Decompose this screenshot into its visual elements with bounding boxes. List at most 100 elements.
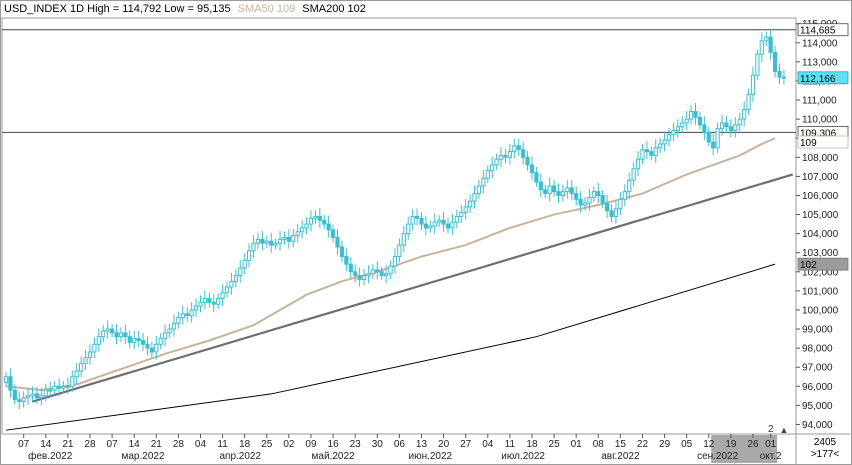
candle-body (392, 256, 398, 267)
candle-body (671, 130, 676, 135)
candle-body (291, 235, 296, 242)
x-tick-label: 23 (350, 439, 362, 450)
y-tick-label: 94,000 (802, 420, 833, 431)
candle-body (666, 133, 672, 141)
candle-body (3, 376, 9, 383)
candle-body (185, 313, 190, 317)
x-tick-label: 05 (681, 439, 693, 450)
y-tick-label: 114,000 (802, 38, 838, 49)
y-tick-label: 95,000 (802, 401, 833, 412)
price-tag-label: 102 (800, 260, 817, 271)
x-tick-label: 11 (505, 439, 516, 450)
x-tick-label: 28 (84, 439, 96, 450)
candle-body (441, 219, 446, 225)
plot-area (1, 17, 797, 435)
candle-body (92, 343, 97, 353)
x-tick-label: 25 (549, 439, 561, 450)
candle-body (269, 240, 274, 246)
scroll-up-icon[interactable]: ▲ (778, 424, 790, 436)
candle-body (242, 259, 247, 269)
candle-body (476, 185, 482, 195)
x-tick-label: 20 (438, 439, 450, 450)
candle-body (445, 223, 451, 229)
sma200-legend: SMA200 102 (302, 3, 366, 15)
candle-body (70, 376, 75, 387)
candle-body (216, 298, 221, 305)
nav-control[interactable]: >177< (800, 449, 850, 461)
candle-body (406, 223, 411, 235)
corner-info: 2405 >177< (800, 437, 850, 463)
x-tick-label: 04 (482, 439, 494, 450)
candle-body (582, 202, 588, 206)
x-tick-label: 04 (195, 439, 207, 450)
x-tick-label: 21 (151, 439, 163, 450)
candle-body (414, 215, 420, 219)
candle-body (706, 131, 711, 143)
candle-body (613, 208, 619, 217)
x-tick-label: 30 (372, 439, 384, 450)
y-tick-label: 100,000 (802, 305, 839, 316)
x-tick-label: 14 (40, 439, 52, 450)
candle-body (543, 189, 548, 195)
y-tick-label: 97,000 (802, 363, 833, 374)
candle-body (136, 338, 141, 341)
candle-body (140, 339, 146, 345)
candle-body (746, 93, 751, 111)
candle-body (600, 194, 605, 204)
month-label: май.2022 (312, 451, 355, 462)
candle-body (538, 181, 543, 191)
candle-body (61, 385, 66, 389)
candle-body (176, 317, 181, 324)
candle-body (96, 336, 101, 345)
sma50-legend: SMA50 109 (237, 3, 296, 15)
y-tick-label: 113,000 (802, 57, 838, 68)
candle-body (118, 332, 124, 338)
hline-tag-label: 114,685 (800, 26, 836, 37)
x-tick-label: 01 (765, 439, 777, 450)
candle-body (127, 336, 132, 343)
candle-body (202, 298, 208, 303)
x-tick-label: 18 (239, 439, 251, 450)
candle-body (653, 147, 658, 156)
candle-body (207, 298, 212, 303)
candle-body (781, 76, 787, 79)
candle-body (12, 389, 17, 401)
candle-body (423, 223, 428, 229)
candle-body (742, 109, 747, 120)
x-tick-label: 01 (571, 439, 583, 450)
candle-body (728, 126, 733, 132)
candle-body (521, 149, 526, 158)
candle-body (167, 328, 172, 334)
candle-body (313, 215, 318, 219)
candle-body (587, 196, 592, 204)
candle-body (39, 395, 44, 399)
candle-body (733, 124, 738, 132)
x-tick-label: 08 (593, 439, 605, 450)
candle-body (251, 242, 256, 252)
candle-body (689, 111, 694, 120)
candle-body (238, 267, 243, 277)
y-tick-label: 108,000 (802, 153, 839, 164)
y-tick-label: 96,000 (802, 382, 833, 393)
month-label: фев.2022 (28, 450, 73, 462)
candle-body (724, 122, 729, 128)
candle-body (697, 116, 703, 126)
candle-body (282, 236, 287, 240)
candle-body (353, 271, 358, 277)
price-chart[interactable]: 94,000 95,000 96,000 97,000 98,000 99,000 100,… (0, 0, 852, 465)
x-tick-label: 21 (62, 439, 74, 450)
candle-body (693, 111, 698, 118)
chart-header: USD_INDEX 1D High = 114,792 Low = 95,135… (4, 3, 366, 15)
candle-body (83, 357, 88, 364)
candle-body (322, 219, 327, 225)
candle-body (432, 221, 437, 227)
candle-body (300, 227, 305, 233)
month-label: июл.2022 (501, 451, 545, 462)
candle-body (366, 273, 371, 277)
month-label: сен.2022 (697, 451, 739, 462)
y-tick-label: 105,000 (802, 210, 839, 221)
y-tick-label: 99,000 (802, 325, 833, 336)
candle-body (525, 156, 530, 166)
candle-body (198, 301, 203, 307)
candle-body (317, 215, 322, 221)
